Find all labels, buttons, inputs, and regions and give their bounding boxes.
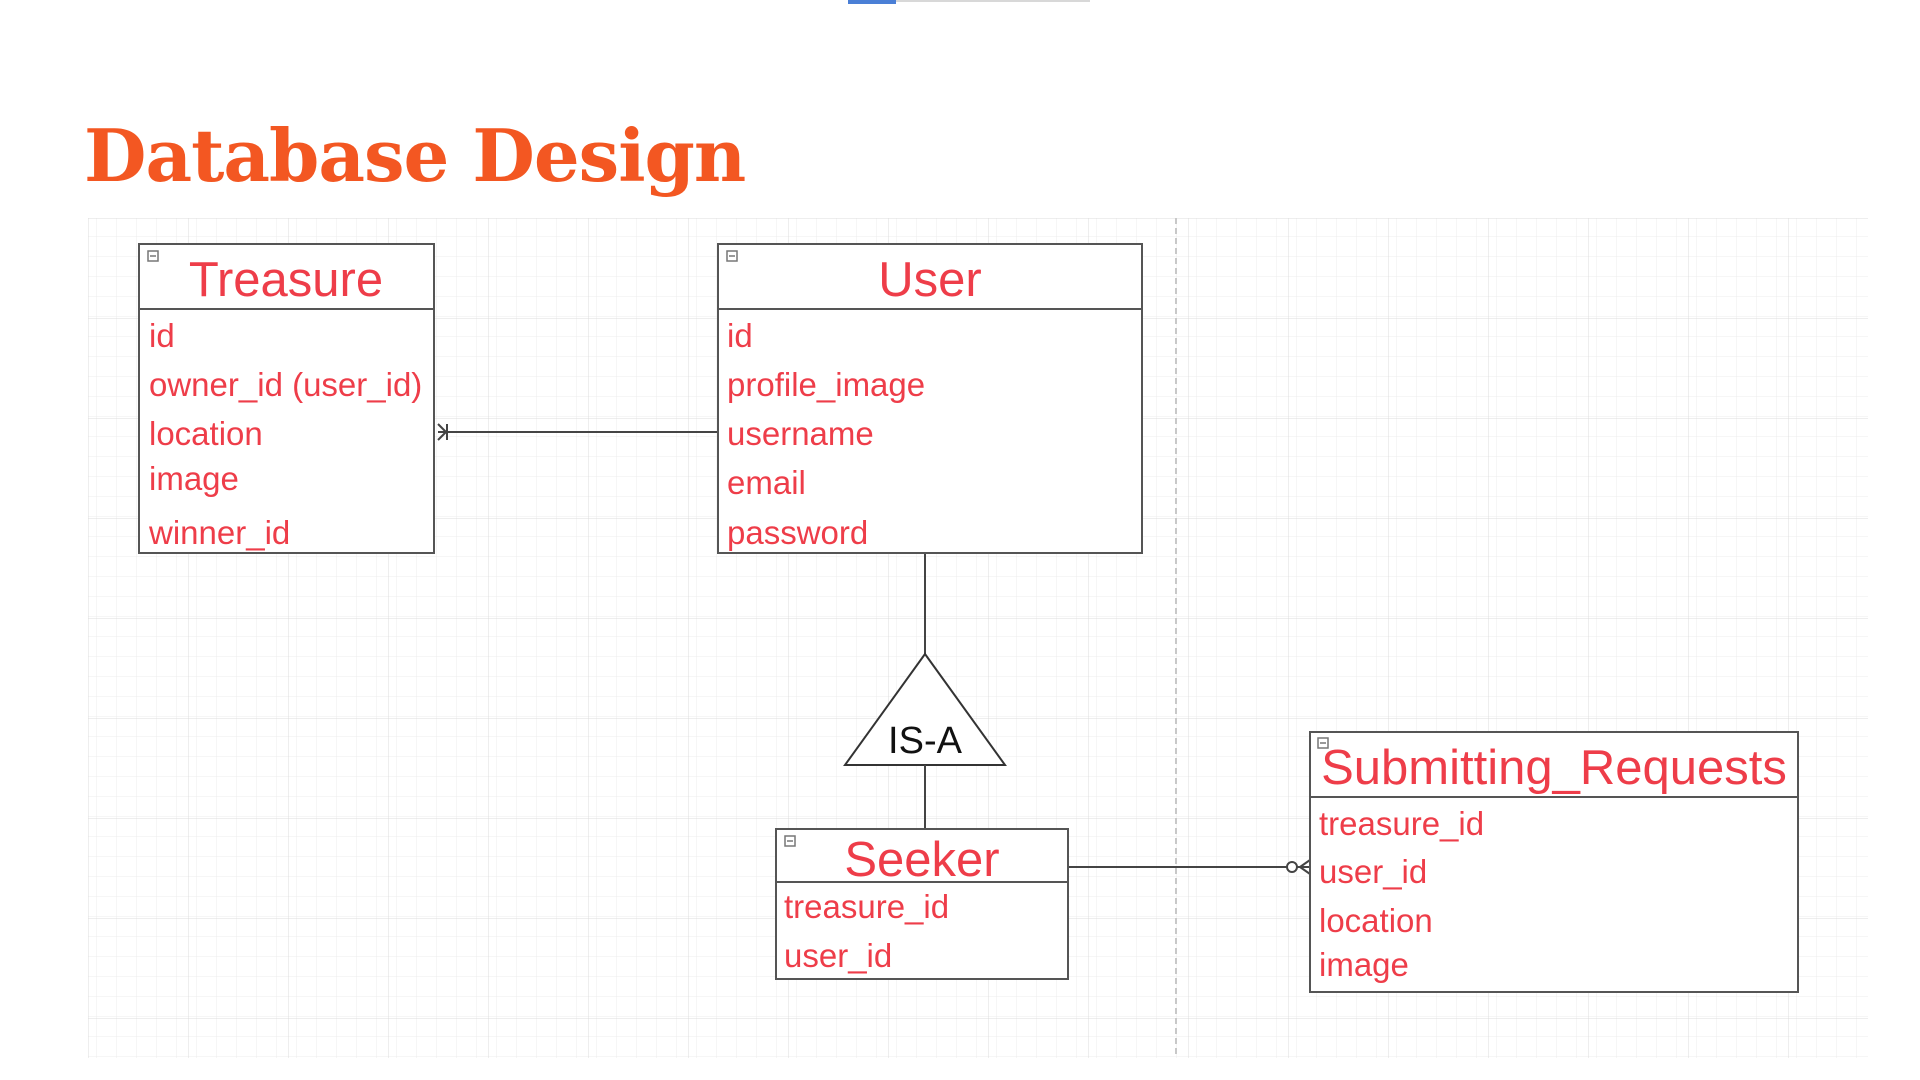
- isa-label: IS-A: [888, 720, 963, 762]
- attribute: profile_image: [727, 366, 925, 403]
- entity-seeker[interactable]: Seeker treasure_id user_id: [775, 828, 1069, 980]
- attribute: id: [727, 317, 753, 354]
- attribute: treasure_id: [1319, 805, 1484, 842]
- attribute: winner_id: [148, 514, 290, 551]
- er-diagram: IS-A Treasure id owner_id (user_id) loca…: [88, 218, 1868, 1058]
- entity-submitting-requests[interactable]: Submitting_Requests treasure_id user_id …: [1309, 731, 1799, 993]
- entity-title: Seeker: [844, 833, 999, 887]
- attribute: owner_id (user_id): [149, 366, 422, 403]
- attribute: location: [149, 415, 263, 452]
- entity-title: Treasure: [189, 253, 383, 307]
- attribute: email: [727, 464, 806, 501]
- attribute: image: [1319, 946, 1409, 983]
- attribute: user_id: [1319, 853, 1427, 890]
- entity-user[interactable]: User id profile_image username email pas…: [717, 243, 1143, 554]
- entity-treasure[interactable]: Treasure id owner_id (user_id) location …: [138, 243, 435, 554]
- attribute: user_id: [784, 937, 892, 974]
- attribute: location: [1319, 902, 1433, 939]
- entity-title: Submitting_Requests: [1321, 741, 1787, 795]
- entity-title: User: [878, 253, 981, 307]
- attribute: id: [149, 317, 175, 354]
- attribute: password: [727, 514, 868, 551]
- attribute: image: [149, 460, 239, 497]
- attribute: username: [727, 415, 874, 452]
- slide: Database Design IS-A Treasure id owner_i…: [0, 0, 1920, 1080]
- attribute: treasure_id: [784, 888, 949, 925]
